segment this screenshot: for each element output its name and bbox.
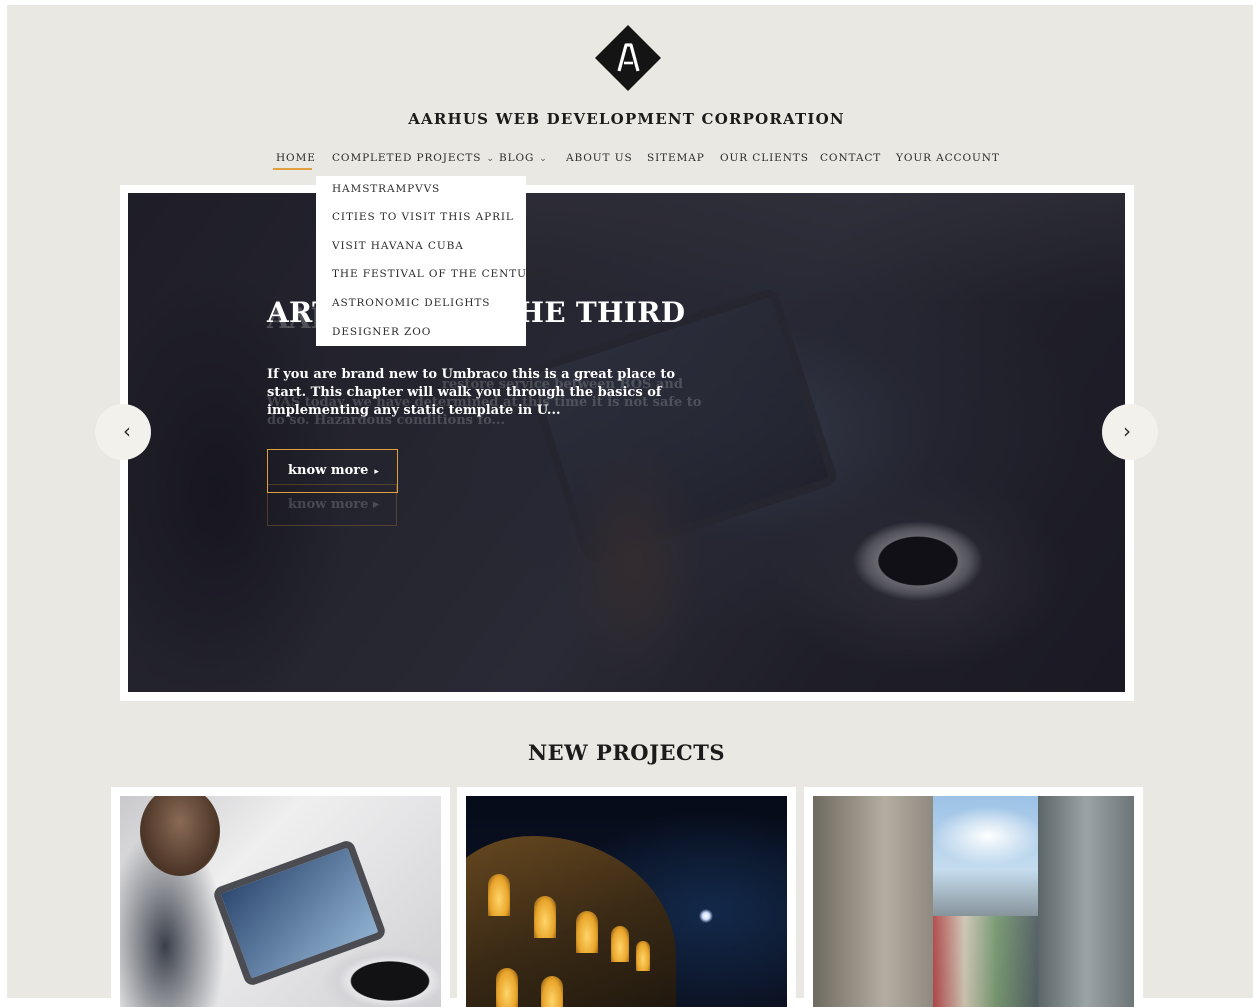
dropdown-item-visit-havana[interactable]: VISIT HAVANA CUBA xyxy=(332,240,464,252)
image-detail xyxy=(211,838,388,988)
new-projects-heading: NEW PROJECTS xyxy=(527,740,726,765)
nav-item-sitemap[interactable]: SITEMAP xyxy=(647,152,705,164)
know-more-label: know more xyxy=(288,463,369,478)
image-detail xyxy=(140,796,220,876)
slide-text: If you are brand new to Umbraco this is … xyxy=(267,367,676,418)
main-nav: HOME COMPLETED PROJECTS ⌄ BLOG ⌄ ABOUT US … xyxy=(0,152,1253,174)
image-detail xyxy=(488,874,510,916)
dropdown-item-designer-zoo[interactable]: DESIGNER ZOO xyxy=(332,326,431,338)
active-nav-underline xyxy=(273,168,312,170)
dropdown-item-hamstrampvvs[interactable]: HAMSTRAMPVVS xyxy=(332,183,440,195)
nav-item-blog[interactable]: BLOG ⌄ xyxy=(499,152,548,164)
dropdown-item-cities-to-visit[interactable]: CITIES TO VISIT THIS APRIL xyxy=(332,211,514,223)
image-detail xyxy=(611,926,629,962)
image-detail xyxy=(933,916,1038,1007)
nav-item-your-account[interactable]: YOUR ACCOUNT xyxy=(896,152,1000,164)
hero-slide: AARHUS restore service between BOS and W… xyxy=(128,193,1125,692)
project-image-colosseum[interactable] xyxy=(466,796,787,1007)
nav-label: CONTACT xyxy=(820,152,882,164)
project-card[interactable] xyxy=(111,787,450,1007)
know-more-button[interactable]: know more ▸ xyxy=(267,449,398,493)
chevron-down-icon: ⌄ xyxy=(539,154,548,164)
nav-label: ABOUT US xyxy=(566,152,633,164)
slide-overlay xyxy=(128,193,1125,692)
slider-next-button[interactable]: › xyxy=(1102,404,1158,460)
nav-label: SITEMAP xyxy=(647,152,705,164)
image-detail xyxy=(636,941,650,971)
nav-item-home[interactable]: HOME xyxy=(276,152,316,164)
image-detail xyxy=(496,968,518,1007)
nav-label: BLOG xyxy=(499,152,535,164)
nav-item-contact[interactable]: CONTACT xyxy=(820,152,881,164)
dropdown-item-festival[interactable]: THE FESTIVAL OF THE CENTURY xyxy=(332,268,543,280)
nav-label: COMPLETED PROJECTS xyxy=(332,152,482,164)
chevron-right-icon: › xyxy=(1123,419,1131,443)
image-detail xyxy=(541,976,563,1007)
nav-label: HOME xyxy=(276,152,316,164)
project-image-tablet[interactable] xyxy=(120,796,441,1007)
a-diamond-logo-icon xyxy=(595,25,661,91)
caret-right-icon: ▸ xyxy=(374,467,379,477)
site-title[interactable]: AARHUS WEB DEVELOPMENT CORPORATION xyxy=(0,110,1253,128)
nav-item-completed-projects[interactable]: COMPLETED PROJECTS ⌄ xyxy=(332,152,495,164)
nav-item-about-us[interactable]: ABOUT US xyxy=(566,152,633,164)
project-card[interactable] xyxy=(804,787,1143,1007)
completed-projects-dropdown: HAMSTRAMPVVS CITIES TO VISIT THIS APRIL … xyxy=(316,176,542,346)
dropdown-item-astronomic[interactable]: ASTRONOMIC DELIGHTS xyxy=(332,297,490,309)
project-image-havana[interactable] xyxy=(813,796,1134,1007)
image-detail xyxy=(1038,796,1134,1007)
chevron-left-icon: ‹ xyxy=(123,419,131,443)
site-logo[interactable] xyxy=(595,25,661,91)
image-detail xyxy=(534,896,556,938)
project-card[interactable] xyxy=(457,787,796,1007)
chevron-down-icon: ⌄ xyxy=(486,154,495,164)
nav-label: YOUR ACCOUNT xyxy=(896,152,1000,164)
image-detail xyxy=(576,911,598,953)
image-detail xyxy=(933,806,1043,866)
nav-label: OUR CLIENTS xyxy=(720,152,809,164)
nav-item-our-clients[interactable]: OUR CLIENTS xyxy=(720,152,809,164)
image-detail xyxy=(813,796,933,1007)
slider-prev-button[interactable]: ‹ xyxy=(95,404,151,460)
